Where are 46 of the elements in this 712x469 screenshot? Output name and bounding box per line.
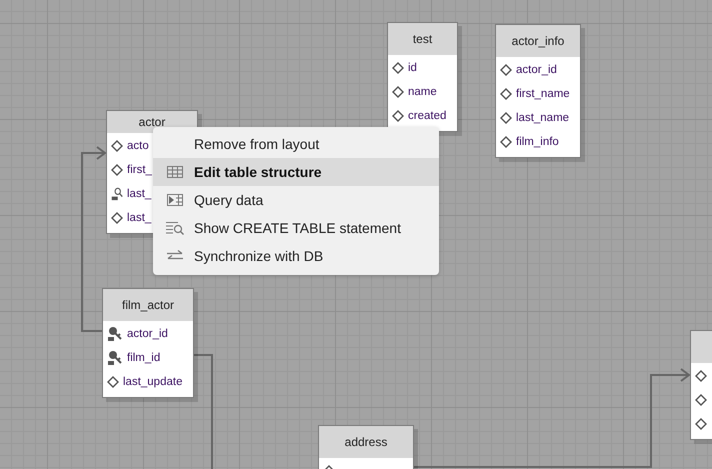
column-name: created (408, 110, 446, 122)
table-name: film_actor (122, 298, 174, 312)
diamond-icon (695, 418, 707, 430)
diamond-icon (111, 140, 123, 152)
diamond-icon (107, 376, 119, 388)
column-name: first_name (516, 88, 570, 100)
key-icon (107, 326, 123, 342)
table-card[interactable]: actor_info actor_id first_name last_name film_info (495, 24, 581, 158)
menu-item[interactable]: Edit table structure (153, 158, 439, 186)
column-name: last_ (127, 212, 152, 224)
column-name: first_ (127, 164, 152, 176)
key-icon (107, 350, 123, 366)
column-name: id (408, 62, 417, 74)
table-card[interactable]: address (318, 425, 414, 469)
list-search-icon (166, 221, 184, 235)
column-name: acto (127, 140, 149, 152)
table-name: address (344, 435, 388, 449)
table-card[interactable]: test id name created (387, 22, 458, 132)
diamond-icon (392, 86, 404, 98)
diamond-icon (695, 370, 707, 382)
column-name: actor_id (516, 64, 557, 76)
column-name: name (408, 86, 437, 98)
column-name: film_info (516, 136, 559, 148)
play-list-icon (166, 194, 182, 206)
column-name: last_name (516, 112, 570, 124)
diamond-icon (500, 64, 512, 76)
grid-icon (166, 166, 182, 178)
diamond-icon (111, 164, 123, 176)
diamond-icon (500, 88, 512, 100)
menu-item[interactable]: Synchronize with DB (153, 242, 439, 270)
table-card[interactable]: film_actor actor_id film_id last_update (102, 288, 194, 398)
diamond-icon (500, 136, 512, 148)
table-name: actor (138, 115, 166, 129)
column-name: film_id (127, 352, 160, 364)
column-name: last_ (127, 188, 152, 200)
magnifier-icon (111, 187, 123, 201)
table-name: test (412, 32, 432, 46)
column-name: last_update (123, 376, 182, 388)
diamond-icon (392, 62, 404, 74)
table-name: actor_info (512, 34, 564, 48)
diamond-icon (392, 110, 404, 122)
diamond-icon (111, 212, 123, 224)
swap-arrows-icon (166, 250, 184, 262)
column-name: actor_id (127, 328, 168, 340)
diamond-icon (695, 394, 707, 406)
diamond-icon (500, 112, 512, 124)
